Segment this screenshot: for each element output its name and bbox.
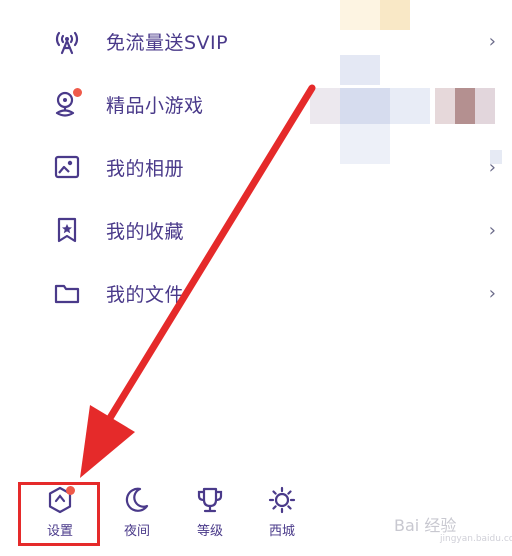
menu-item-mini-games[interactable]: 精品小游戏 bbox=[0, 72, 512, 136]
broadcast-icon bbox=[50, 24, 84, 58]
watermark-text: Bai 经验 bbox=[394, 516, 457, 535]
chevron-right-icon: › bbox=[488, 282, 496, 304]
notification-dot bbox=[73, 88, 82, 97]
tab-label: 西城 bbox=[268, 524, 295, 539]
tab-label: 夜间 bbox=[123, 524, 150, 539]
menu-item-free-svip[interactable]: 免流量送SVIP › bbox=[0, 9, 512, 73]
menu-item-favorites[interactable]: 我的收藏 › bbox=[0, 198, 512, 262]
tab-level[interactable]: 等级 bbox=[180, 484, 240, 548]
menu-item-photo-album[interactable]: 我的相册 › bbox=[0, 135, 512, 199]
bookmark-star-icon bbox=[50, 213, 84, 247]
annotation-highlight-box bbox=[18, 482, 100, 546]
watermark-subtext: jingyan.baidu.com bbox=[440, 534, 512, 544]
chevron-right-icon: › bbox=[488, 219, 496, 241]
menu-item-label: 我的收藏 bbox=[106, 220, 185, 243]
folder-icon bbox=[50, 276, 84, 310]
chevron-right-icon: › bbox=[488, 30, 496, 52]
chevron-right-icon: › bbox=[488, 156, 496, 178]
moon-icon bbox=[122, 484, 152, 516]
tab-label: 等级 bbox=[196, 524, 223, 539]
app-screen: 免流量送SVIP › 精品小游戏 我的相册 › 我的收藏 › 我的文件 › 设置… bbox=[0, 0, 512, 556]
tab-night-mode[interactable]: 夜间 bbox=[107, 484, 167, 548]
menu-item-label: 我的文件 bbox=[106, 283, 185, 306]
menu-item-label: 精品小游戏 bbox=[106, 94, 204, 117]
tab-west-city[interactable]: 西城 bbox=[252, 484, 312, 548]
menu-item-label: 免流量送SVIP bbox=[106, 31, 229, 54]
sun-icon bbox=[267, 484, 297, 516]
watermark-logo: Bai 经验 jingyan.baidu.com bbox=[380, 506, 512, 546]
photo-album-icon bbox=[50, 150, 84, 184]
trophy-icon bbox=[195, 484, 225, 516]
menu-item-label: 我的相册 bbox=[106, 157, 185, 180]
menu-item-my-files[interactable]: 我的文件 › bbox=[0, 261, 512, 325]
game-pin-icon bbox=[50, 87, 84, 121]
